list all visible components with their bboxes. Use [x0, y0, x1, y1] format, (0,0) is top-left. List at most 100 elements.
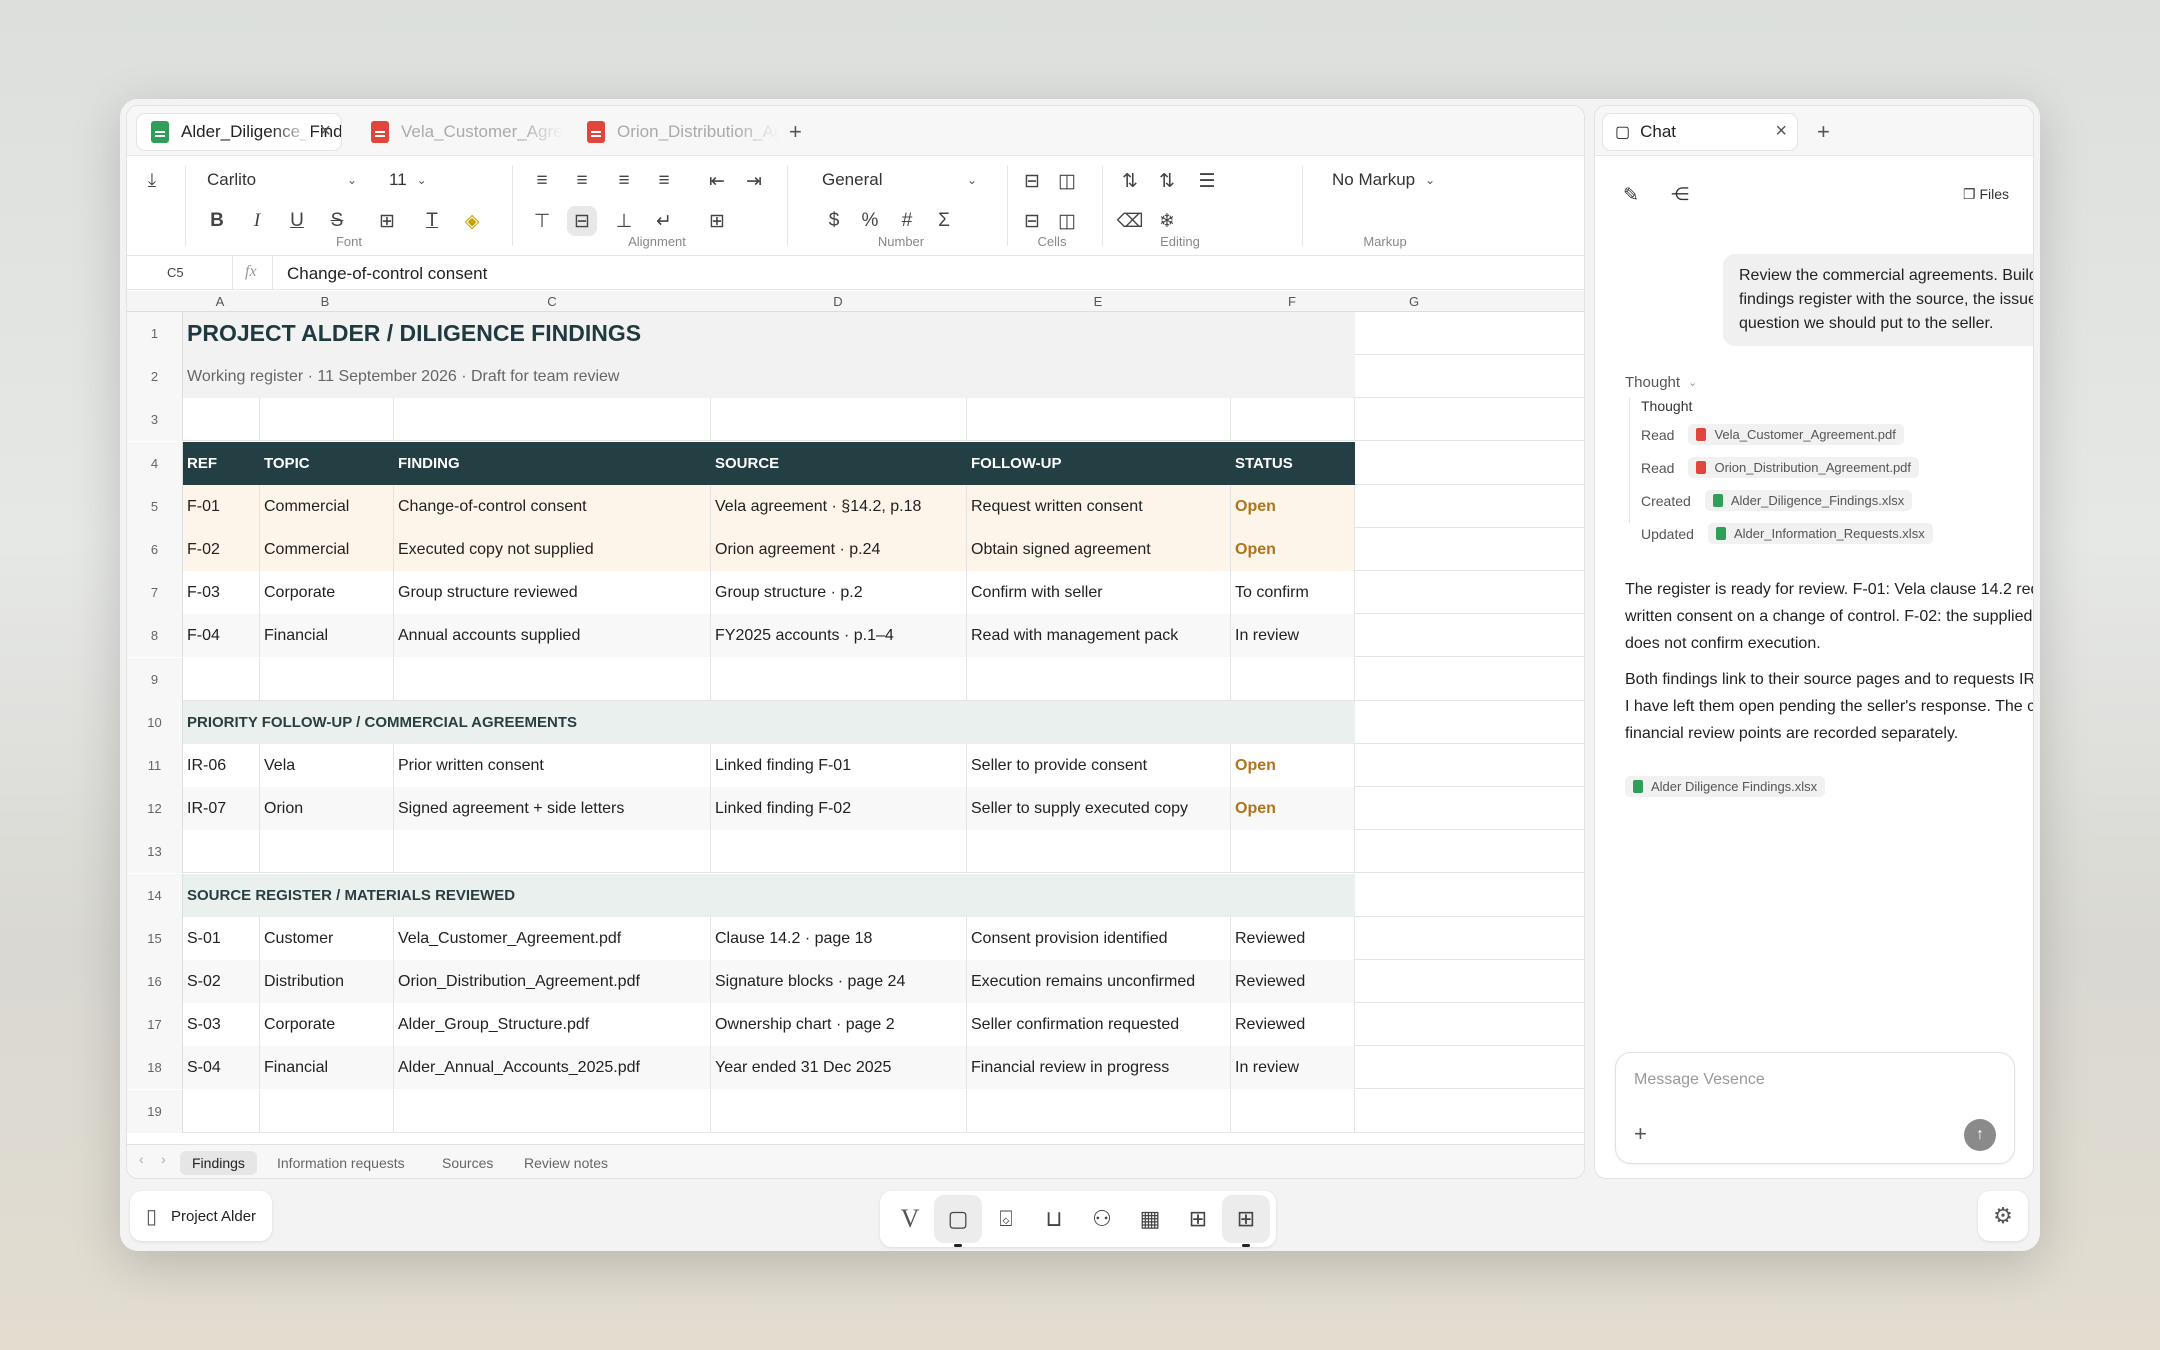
row-number[interactable]: 11: [127, 744, 183, 787]
sheet-cell[interactable]: Prior written consent: [394, 744, 711, 787]
sheet-cell[interactable]: [967, 398, 1231, 442]
clear-icon[interactable]: ⌫: [1115, 206, 1145, 236]
sheet-cell[interactable]: [183, 398, 260, 442]
sheet-cell[interactable]: S-04: [183, 1046, 260, 1090]
sheet-cell[interactable]: [1355, 658, 1584, 701]
sheet-cell[interactable]: S-01: [183, 916, 260, 960]
fill-color-icon[interactable]: ◈: [457, 206, 487, 236]
sheet-cell[interactable]: [967, 830, 1231, 874]
row-number[interactable]: 6: [127, 528, 183, 571]
status-cell[interactable]: [1231, 830, 1355, 874]
increase-indent-icon[interactable]: ⇥: [739, 166, 769, 196]
col-header[interactable]: D: [833, 294, 842, 309]
sheet-cell[interactable]: Corporate: [260, 571, 394, 615]
align-center-icon[interactable]: ≡: [567, 166, 597, 196]
tab-orion-agreement[interactable]: Orion_Distribution_Agreement.pdf: [579, 114, 779, 150]
delete-row-icon[interactable]: ⊟: [1017, 206, 1047, 236]
status-cell[interactable]: Reviewed: [1231, 916, 1355, 960]
sheet-cell[interactable]: [394, 830, 711, 874]
sheet-cell[interactable]: Year ended 31 Dec 2025: [711, 1046, 967, 1090]
sheet-cell[interactable]: [1355, 398, 1584, 441]
sheet-cell[interactable]: FY2025 accounts · p.1–4: [711, 614, 967, 658]
sheet-tab-sources[interactable]: Sources: [430, 1151, 505, 1175]
status-cell[interactable]: Open: [1231, 528, 1355, 571]
vesence-logo-icon[interactable]: V: [886, 1195, 934, 1243]
sheet-cell[interactable]: [1355, 830, 1584, 873]
sheet-cell[interactable]: Orion: [260, 787, 394, 831]
formula-input[interactable]: Change-of-control consent: [287, 264, 487, 284]
header-cell[interactable]: SOURCE: [711, 442, 967, 485]
hash-icon[interactable]: #: [892, 206, 922, 236]
status-cell[interactable]: Reviewed: [1231, 1003, 1355, 1047]
sum-icon[interactable]: Σ: [929, 206, 959, 236]
sort-descending-icon[interactable]: ⇅: [1152, 166, 1182, 196]
sheet-cell[interactable]: Group structure reviewed: [394, 571, 711, 615]
sheet-cell[interactable]: Alder_Group_Structure.pdf: [394, 1003, 711, 1047]
freeze-icon[interactable]: ❄: [1152, 206, 1182, 236]
sheet-cell[interactable]: [711, 657, 967, 701]
col-header[interactable]: E: [1094, 294, 1103, 309]
status-cell[interactable]: In review: [1231, 614, 1355, 658]
justify-icon[interactable]: ≡: [649, 166, 679, 196]
header-cell[interactable]: STATUS: [1231, 442, 1355, 485]
sheet-cell[interactable]: Clause 14.2 · page 18: [711, 916, 967, 960]
sheet-cell[interactable]: Request written consent: [967, 484, 1231, 528]
sheet-cell[interactable]: Commercial: [260, 528, 394, 571]
sheet-cell[interactable]: [1355, 442, 1584, 485]
row-number[interactable]: 5: [127, 484, 183, 528]
sheet-cell[interactable]: [260, 830, 394, 874]
close-tab-icon[interactable]: ×: [319, 120, 331, 143]
row-number[interactable]: 2: [127, 355, 183, 399]
sheet-cell[interactable]: [1355, 1046, 1584, 1089]
merge-cells-icon[interactable]: ⊞: [702, 206, 732, 236]
sheet-cell[interactable]: Group structure · p.2: [711, 571, 967, 615]
row-number[interactable]: 1: [127, 312, 183, 355]
row-number[interactable]: 10: [127, 700, 183, 744]
font-family-select[interactable]: Carlito ⌄: [207, 170, 357, 190]
sheet-tab-information-requests[interactable]: Information requests: [265, 1151, 417, 1175]
sheet-cell[interactable]: [394, 657, 711, 701]
sheet-cell[interactable]: Distribution: [260, 960, 394, 1003]
settings-button[interactable]: ⚙: [1978, 1191, 2028, 1241]
sheet-cell[interactable]: Orion agreement · p.24: [711, 528, 967, 571]
calendar-icon[interactable]: ▦: [1126, 1195, 1174, 1243]
sheet-cell[interactable]: Vela agreement · §14.2, p.18: [711, 484, 967, 528]
status-cell[interactable]: Open: [1231, 484, 1355, 528]
row-number[interactable]: 16: [127, 960, 183, 1003]
tab-vela-agreement[interactable]: Vela_Customer_Agreement.pdf: [363, 114, 563, 150]
sheet-cell[interactable]: [394, 1089, 711, 1133]
header-cell[interactable]: REF: [183, 442, 260, 485]
sheet-cell[interactable]: [1355, 960, 1584, 1003]
file-chip[interactable]: Vela_Customer_Agreement.pdf: [1688, 424, 1904, 445]
apps-icon[interactable]: ⊞: [1174, 1195, 1222, 1243]
col-header[interactable]: B: [321, 294, 330, 309]
sheet-cell[interactable]: [183, 657, 260, 701]
next-sheet-icon[interactable]: ›: [161, 1151, 166, 1167]
file-chip[interactable]: Alder_Diligence_Findings.xlsx: [1704, 490, 1913, 511]
sheet-cell[interactable]: F-01: [183, 484, 260, 528]
sheet-cell[interactable]: IR-07: [183, 787, 260, 831]
status-cell[interactable]: [1231, 657, 1355, 701]
col-header[interactable]: A: [216, 294, 225, 309]
people-icon[interactable]: ⚇: [1078, 1195, 1126, 1243]
wrap-text-icon[interactable]: ↵: [649, 206, 679, 236]
sheet-cell[interactable]: [1355, 744, 1584, 787]
insert-column-icon[interactable]: ◫: [1052, 166, 1082, 196]
sheet-cell[interactable]: Corporate: [260, 1003, 394, 1047]
font-size-select[interactable]: 11 ⌄: [389, 170, 427, 190]
sheet-tab-findings[interactable]: Findings: [180, 1151, 257, 1175]
spreadsheet-grid[interactable]: A B C D E F G 1 PROJECT ALDER / DILIGENCE…: [127, 291, 1584, 1142]
thought-toggle[interactable]: Thought ⌄: [1625, 374, 1697, 391]
share-icon[interactable]: ⋲: [1671, 184, 1689, 205]
sheet-cell[interactable]: Obtain signed agreement: [967, 528, 1231, 571]
row-number[interactable]: 7: [127, 571, 183, 615]
row-number[interactable]: 8: [127, 614, 183, 658]
sheet-cell[interactable]: Vela_Customer_Agreement.pdf: [394, 916, 711, 960]
sheet-cell[interactable]: IR-06: [183, 744, 260, 787]
message-input[interactable]: Message Vesence: [1634, 1071, 1765, 1089]
bold-icon[interactable]: B: [202, 206, 232, 236]
number-format-select[interactable]: General ⌄: [822, 170, 977, 190]
sheet-cell[interactable]: S-02: [183, 960, 260, 1003]
row-number[interactable]: 18: [127, 1046, 183, 1090]
add-attachment-icon[interactable]: +: [1634, 1121, 1647, 1147]
